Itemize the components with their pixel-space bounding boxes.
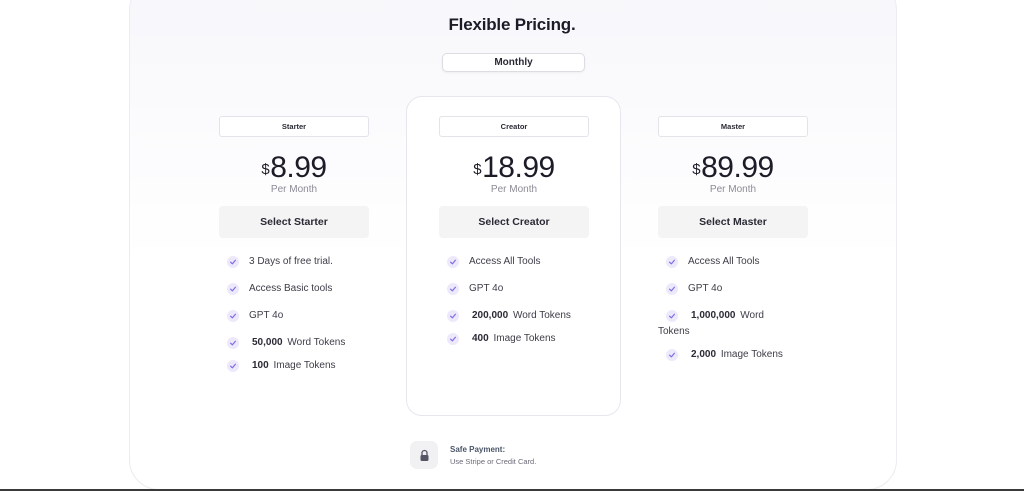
feature-item: GPT 4o bbox=[219, 309, 379, 323]
feature-item: GPT 4o bbox=[439, 282, 599, 296]
plan-period: Per Month bbox=[490, 184, 538, 195]
check-icon bbox=[227, 283, 239, 295]
feature-item: 200,000 Word Tokens bbox=[439, 309, 599, 323]
lock-icon bbox=[410, 441, 438, 469]
check-icon bbox=[666, 310, 678, 322]
check-icon bbox=[447, 283, 459, 295]
check-icon bbox=[227, 310, 239, 322]
check-icon bbox=[666, 283, 678, 295]
select-starter-button[interactable]: Select Starter bbox=[219, 206, 369, 238]
check-icon bbox=[666, 349, 678, 361]
feature-item: 50,000 Word Tokens bbox=[219, 336, 379, 350]
feature-list: 3 Days of free trial. Access Basic tools… bbox=[219, 255, 379, 373]
plan-name: Master bbox=[658, 116, 808, 137]
select-creator-button[interactable]: Select Creator bbox=[439, 206, 589, 238]
feature-item: 100 Image Tokens bbox=[219, 359, 379, 373]
feature-item: GPT 4o bbox=[658, 282, 818, 296]
feature-item: Access All Tools bbox=[439, 255, 599, 269]
plan-name: Starter bbox=[219, 116, 369, 137]
check-icon bbox=[227, 337, 239, 349]
check-icon bbox=[447, 256, 459, 268]
select-master-button[interactable]: Select Master bbox=[658, 206, 808, 238]
safe-payment-title: Safe Payment: bbox=[450, 444, 506, 454]
feature-item: 1,000,000 Word Tokens bbox=[658, 310, 764, 337]
feature-item: 3 Days of free trial. bbox=[219, 255, 379, 269]
plan-price: $18.99 bbox=[473, 151, 555, 184]
plan-price: $89.99 bbox=[692, 151, 774, 184]
check-icon bbox=[227, 256, 239, 268]
check-icon bbox=[227, 360, 239, 372]
check-icon bbox=[666, 256, 678, 268]
feature-list: Access All Tools GPT 4o 1,000,000 Word To… bbox=[658, 255, 818, 362]
plan-card-starter: Starter $8.99 Per Month Select Starter 3… bbox=[219, 116, 369, 386]
plan-name: Creator bbox=[439, 116, 589, 137]
plan-price: $8.99 bbox=[261, 151, 327, 184]
feature-list: Access All Tools GPT 4o 200,000 Word Tok… bbox=[439, 255, 599, 346]
safe-payment-note: Safe Payment: Use Stripe or Credit Card. bbox=[410, 441, 536, 469]
feature-item: Access Basic tools bbox=[219, 282, 379, 296]
check-icon bbox=[447, 333, 459, 345]
plan-card-master: Master $89.99 Per Month Select Master Ac… bbox=[658, 116, 808, 375]
check-icon bbox=[447, 310, 459, 322]
feature-item: 2,000 Image Tokens bbox=[658, 348, 818, 362]
safe-payment-subtitle: Use Stripe or Credit Card. bbox=[450, 456, 537, 466]
plan-card-creator: Creator $18.99 Per Month Select Creator … bbox=[439, 116, 589, 359]
billing-period-toggle[interactable]: Monthly bbox=[442, 53, 585, 72]
feature-item: 400 Image Tokens bbox=[439, 332, 599, 346]
plan-period: Per Month bbox=[270, 184, 318, 195]
page-title: Flexible Pricing. bbox=[448, 15, 576, 34]
plan-period: Per Month bbox=[709, 184, 757, 195]
feature-item: Access All Tools bbox=[658, 255, 818, 269]
